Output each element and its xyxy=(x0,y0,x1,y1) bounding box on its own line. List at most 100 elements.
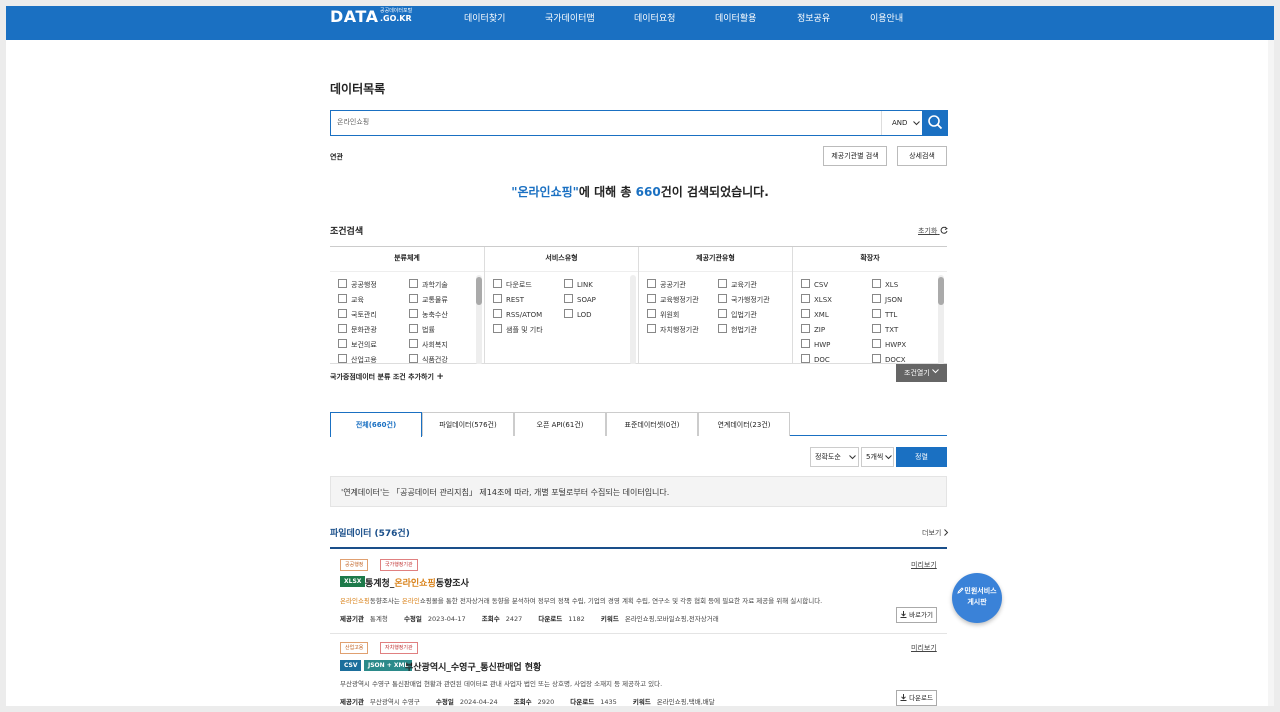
search-button[interactable] xyxy=(922,110,948,136)
search-input[interactable] xyxy=(337,118,857,126)
chevron-right-icon xyxy=(943,529,948,536)
download-button[interactable]: 다운로드 xyxy=(896,690,937,706)
checkbox-category[interactable]: 법률 xyxy=(409,324,435,335)
result-description: 온라인쇼핑동향조사는 온라인쇼핑몰을 통한 전자상거래 동향을 분석하여 정부의… xyxy=(340,597,823,605)
tab-all[interactable]: 전체(660건) xyxy=(330,412,422,437)
checkbox-provider-type[interactable]: 교육행정기관 xyxy=(647,294,699,305)
chevron-down-icon xyxy=(913,121,920,126)
search-bar: AND xyxy=(330,110,948,136)
checkbox-extension[interactable]: HWP xyxy=(801,339,830,349)
checkbox-service-type[interactable]: REST xyxy=(493,294,524,304)
result-title[interactable]: 부산광역시_수영구_통신판매업 현황 xyxy=(405,660,541,673)
nav-data-usage[interactable]: 데이터활용 xyxy=(715,11,756,24)
go-to-label: 바로가기 xyxy=(909,611,933,619)
checkbox-category[interactable]: 국토관리 xyxy=(338,309,377,320)
checkbox-provider-type[interactable]: 입법기관 xyxy=(718,309,757,320)
checkbox-extension[interactable]: HWPX xyxy=(872,339,906,349)
open-condition-button[interactable]: 조건열기 xyxy=(896,364,947,382)
refresh-icon xyxy=(940,226,948,234)
checkbox-category[interactable]: 공공행정 xyxy=(338,279,377,290)
logo-domain: .GO.KR xyxy=(380,14,412,23)
sort-order-select[interactable]: 정확도순 xyxy=(810,447,859,467)
nav-guide[interactable]: 이용안내 xyxy=(870,11,903,24)
checkbox-category[interactable]: 과학기술 xyxy=(409,279,448,290)
nav-data-search[interactable]: 데이터찾기 xyxy=(464,11,505,24)
section-title: 파일데이터 (576건) xyxy=(330,529,410,539)
summary-text-2: 건이 검색되었습니다. xyxy=(660,185,769,199)
checkbox-extension[interactable]: XLSX xyxy=(801,294,832,304)
condition-search-title: 조건검색 xyxy=(330,227,364,237)
checkbox-service-type[interactable]: RSS/ATOM xyxy=(493,309,542,319)
add-condition-link[interactable]: 국가중점데이터 분류 조건 추가하기 + xyxy=(330,372,444,382)
checkbox-extension[interactable]: JSON xyxy=(872,294,902,304)
checkbox-service-type[interactable]: LINK xyxy=(564,279,593,289)
summary-query: "온라인쇼핑" xyxy=(511,185,579,199)
detail-search-button[interactable]: 상세검색 xyxy=(897,146,947,166)
checkbox-provider-type[interactable]: 위원회 xyxy=(647,309,679,320)
checkbox-provider-type[interactable]: 자치행정기관 xyxy=(647,324,699,335)
go-to-button[interactable]: 바로가기 xyxy=(896,607,937,623)
tab-standard-dataset[interactable]: 표준데이터셋(0건) xyxy=(606,412,698,436)
download-icon xyxy=(900,611,907,618)
checkbox-category[interactable]: 교육 xyxy=(338,294,364,305)
operator-value: AND xyxy=(892,119,908,127)
page-scrollbar[interactable] xyxy=(1268,40,1274,706)
checkbox-category[interactable]: 산업고용 xyxy=(338,354,377,364)
scrollbar[interactable] xyxy=(630,275,636,364)
scrollbar[interactable] xyxy=(476,275,482,364)
provider-search-button[interactable]: 제공기관별 검색 xyxy=(823,146,887,166)
tab-open-api[interactable]: 오픈 API(61건) xyxy=(514,412,606,436)
checkbox-category[interactable]: 문화관광 xyxy=(338,324,377,335)
checkbox-category[interactable]: 교통물류 xyxy=(409,294,448,305)
checkbox-extension[interactable]: XLS xyxy=(872,279,898,289)
civil-service-board-button[interactable]: 민원서비스 게시판 xyxy=(952,573,1002,623)
result-title[interactable]: 통계청_온라인쇼핑동향조사 xyxy=(365,576,469,589)
chevron-down-icon xyxy=(932,369,939,374)
checkbox-provider-type[interactable]: 교육기관 xyxy=(718,279,757,290)
checkbox-service-type[interactable]: 샘플 및 기타 xyxy=(493,324,543,335)
preview-link[interactable]: 미리보기 xyxy=(911,643,937,653)
checkbox-provider-type[interactable]: 헌법기관 xyxy=(718,324,757,335)
tab-linked-data[interactable]: 연계데이터(23건) xyxy=(698,412,790,436)
checkbox-category[interactable]: 사회복지 xyxy=(409,339,448,350)
page-title: 데이터목록 xyxy=(330,82,386,96)
page-size-select[interactable]: 5개씩 xyxy=(861,447,894,467)
scrollbar[interactable] xyxy=(938,275,944,364)
checkbox-service-type[interactable]: 다운로드 xyxy=(493,279,532,290)
checkbox-category[interactable]: 보건의료 xyxy=(338,339,377,350)
search-icon xyxy=(928,115,943,130)
checkbox-extension[interactable]: TTL xyxy=(872,309,897,319)
checkbox-extension[interactable]: DOCX xyxy=(872,354,906,364)
checkbox-provider-type[interactable]: 공공기관 xyxy=(647,279,686,290)
sort-order-value: 정확도순 xyxy=(815,453,841,461)
category-tag: 산업고용 xyxy=(340,642,369,654)
checkbox-extension[interactable]: ZIP xyxy=(801,324,825,334)
checkbox-extension[interactable]: XML xyxy=(801,309,829,319)
filter-column-extension: 확장자 CSV XLS XLSX JSON XML TTL ZIP TXT HW… xyxy=(793,247,947,364)
site-logo[interactable]: DATA xyxy=(330,7,378,26)
operator-select[interactable]: AND xyxy=(881,111,922,135)
tab-file-data[interactable]: 파일데이터(576건) xyxy=(422,412,514,436)
result-description: 부산광역시 수영구 통신판매업 현황과 관련된 데이터로 관내 사업자 법인 또… xyxy=(340,680,663,688)
checkbox-extension[interactable]: DOC xyxy=(801,354,830,364)
nav-data-request[interactable]: 데이터요청 xyxy=(634,11,675,24)
checkbox-extension[interactable]: TXT xyxy=(872,324,898,334)
nav-national-data-map[interactable]: 국가데이터맵 xyxy=(545,11,595,24)
float-label-2: 게시판 xyxy=(967,598,987,606)
checkbox-service-type[interactable]: SOAP xyxy=(564,294,596,304)
format-badge-xlsx: XLSX xyxy=(340,576,366,587)
nav-info-sharing[interactable]: 정보공유 xyxy=(797,11,830,24)
preview-link[interactable]: 미리보기 xyxy=(911,560,937,570)
checkbox-extension[interactable]: CSV xyxy=(801,279,828,289)
checkbox-category[interactable]: 농축수산 xyxy=(409,309,448,320)
related-label: 연관 xyxy=(330,153,343,161)
page: DATA 공공데이터포털 .GO.KR 데이터찾기 국가데이터맵 데이터요청 데… xyxy=(6,6,1274,706)
sort-button[interactable]: 정렬 xyxy=(896,447,947,467)
checkbox-category[interactable]: 식품건강 xyxy=(409,354,448,364)
more-link[interactable]: 더보기 xyxy=(922,528,949,538)
checkbox-provider-type[interactable]: 국가행정기관 xyxy=(718,294,770,305)
checkbox-service-type[interactable]: LOD xyxy=(564,309,592,319)
download-label: 다운로드 xyxy=(909,694,933,702)
linked-data-notice: '연계데이터'는 「공공데이터 관리지침」 제14조에 따라, 개별 포털로부터… xyxy=(330,476,947,507)
reset-link[interactable]: 초기화 xyxy=(918,226,948,236)
